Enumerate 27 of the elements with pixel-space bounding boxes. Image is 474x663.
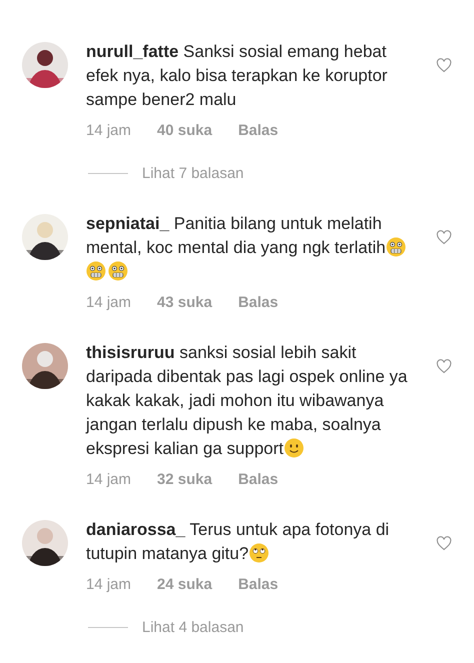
likes-count[interactable]: 40 suka xyxy=(157,122,212,139)
comment-time: 14 jam xyxy=(86,294,132,311)
view-replies-link[interactable]: Lihat 7 balasan xyxy=(142,165,244,182)
comment-text: sepniatai_ Panitia bilang untuk melatih mental, koc mental dia yang ngk terlatih xyxy=(86,212,408,284)
heart-icon[interactable] xyxy=(436,230,452,245)
reply-button[interactable]: Balas xyxy=(238,576,278,593)
comment-text: daniarossa_ Terus untuk apa fotonya di tutupin matanya gitu? xyxy=(86,519,390,565)
comment-time: 14 jam xyxy=(86,122,132,139)
reply-button[interactable]: Balas xyxy=(238,122,278,139)
grimacing-face-icon xyxy=(108,261,128,281)
comment-time: 14 jam xyxy=(86,471,132,488)
likes-count[interactable]: 24 suka xyxy=(157,576,212,593)
reply-button[interactable]: Balas xyxy=(238,294,278,311)
smiling-face-icon xyxy=(284,438,304,458)
heart-icon[interactable] xyxy=(436,359,452,374)
heart-icon[interactable] xyxy=(436,536,452,551)
grimacing-face-icon xyxy=(386,237,406,257)
eye-roll-face-icon xyxy=(248,543,269,563)
grimacing-face-icon xyxy=(86,261,106,281)
likes-count[interactable]: 32 suka xyxy=(157,471,212,488)
comment-time: 14 jam xyxy=(86,576,132,593)
reply-button[interactable]: Balas xyxy=(238,471,278,488)
likes-count[interactable]: 43 suka xyxy=(157,294,212,311)
comment-text: nurull_fatte Sanksi sosial emang hebat efek nya, kalo bisa terapkan ke koruptor sampe bener2 malu xyxy=(86,41,388,111)
comment-text: thisisruruu sanksi sosial lebih sakit daripada dibentak pas lagi ospek online ya kakak kakak, jadi mohon itu wibawanya jangan terlalu dipush ke maba, soalnya ekspresi kalian ga support xyxy=(86,342,408,460)
view-replies-link[interactable]: Lihat 4 balasan xyxy=(142,619,244,636)
heart-icon[interactable] xyxy=(436,58,452,73)
